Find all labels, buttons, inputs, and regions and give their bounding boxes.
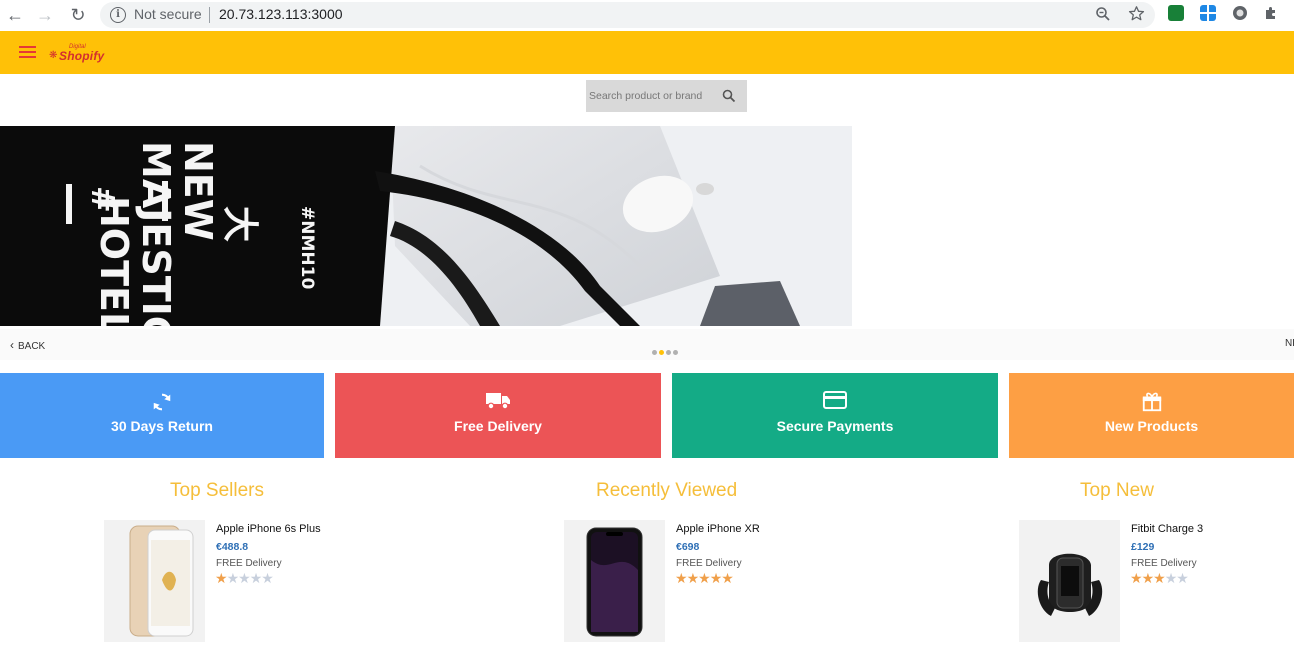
product-rating: ★★★★★ [1130,570,1189,587]
search-box [586,80,747,112]
app-header: ❋ Digital Shopify [0,31,1294,74]
carousel-back-label: BACK [18,341,46,352]
product-name[interactable]: Apple iPhone 6s Plus [216,523,321,535]
product-rating: ★★★★★ [675,570,734,587]
star-filled-icon: ★ [675,570,688,586]
bookmark-star-icon[interactable] [1128,5,1145,22]
svg-text:#NMH10: #NMH10 [297,206,317,289]
iphone-xr-image [586,527,643,637]
chevron-left-icon: ‹ [10,338,14,352]
section-title-top-new: Top New [1080,480,1154,501]
feature-label: Secure Payments [776,418,894,434]
product-price: £129 [1131,541,1155,553]
feature-tile-delivery[interactable]: Free Delivery [335,373,661,458]
circle-extension-icon[interactable] [1232,5,1248,21]
star-filled-icon: ★ [686,570,700,586]
iphone-6s-plus-image [129,525,194,637]
star-empty-icon: ★ [261,570,274,586]
star-empty-icon: ★ [226,570,240,586]
search-icon[interactable] [722,89,736,103]
menu-icon[interactable] [19,46,36,58]
feature-label: New Products [1104,418,1199,434]
product-name[interactable]: Fitbit Charge 3 [1131,523,1203,535]
gift-icon [1142,392,1161,412]
logo-mark-icon: ❋ [49,50,58,61]
carousel-dot[interactable] [673,350,678,355]
carousel-back-button[interactable]: ‹ BACK [10,338,45,352]
security-status: Not secure [134,6,202,22]
carousel-dot-active[interactable] [659,350,664,355]
carousel-next-button[interactable]: NEXT [1285,338,1294,349]
svg-text:NEW: NEW [176,141,220,241]
feature-label: 30 Days Return [111,418,213,434]
product-rating: ★★★★★ [215,570,274,587]
zoom-icon[interactable] [1095,6,1111,22]
star-filled-icon: ★ [1130,570,1143,586]
star-filled-icon: ★ [215,570,228,586]
product-name[interactable]: Apple iPhone XR [676,523,760,535]
browser-toolbar: ← → ↻ i Not secure 20.73.123.113:3000 [0,0,1294,32]
logo-main-text: Shopify [59,49,105,63]
svg-text:HOTEL: HOTEL [92,196,136,326]
section-title-recently-viewed: Recently Viewed [596,480,738,501]
address-bar[interactable]: i Not secure 20.73.123.113:3000 [100,2,1155,28]
star-filled-icon: ★ [709,570,723,586]
url-text[interactable]: 20.73.123.113:3000 [219,6,343,22]
product-image[interactable] [104,520,205,642]
feature-tile-payments[interactable]: Secure Payments [672,373,998,458]
fitbit-charge-3-image [1037,553,1103,616]
product-price: €488.8 [216,541,249,553]
refresh-icon [153,393,171,411]
star-empty-icon: ★ [238,570,251,586]
search-input[interactable] [586,80,717,112]
forward-arrow-icon[interactable]: → [33,3,57,27]
star-filled-icon: ★ [1153,570,1166,586]
product-delivery: FREE Delivery [216,558,282,569]
hero-banner-image[interactable]: NEW MAJESTIC HOTEL #NMH10 大 # [0,126,852,326]
star-empty-icon: ★ [1164,570,1178,586]
feature-label: Free Delivery [454,418,542,434]
back-arrow-icon[interactable]: ← [3,3,27,27]
product-price: €698 [676,541,700,553]
carousel-controls: ‹ BACK NEXT [0,329,1294,360]
star-empty-icon: ★ [1176,570,1189,586]
feature-tile-new-products[interactable]: New Products [1009,373,1294,458]
url-divider [209,7,210,23]
product-delivery: FREE Delivery [1131,558,1197,569]
truck-icon [486,393,510,410]
carousel-next-label: NEXT [1285,338,1294,349]
svg-text:MAJESTIC: MAJESTIC [134,141,178,326]
star-filled-icon: ★ [1141,570,1155,586]
extensions-puzzle-icon[interactable] [1263,5,1279,21]
star-empty-icon: ★ [249,570,263,586]
svg-text:#: # [84,186,122,213]
svg-text:大: 大 [219,206,260,242]
tote-bag-photo: NEW MAJESTIC HOTEL #NMH10 大 # [0,126,852,326]
section-title-top-sellers: Top Sellers [170,480,264,501]
logo[interactable]: ❋ Digital Shopify [49,44,119,63]
sheets-extension-icon[interactable] [1168,5,1184,21]
credit-card-icon [823,391,847,409]
carousel-dot[interactable] [652,350,657,355]
carousel-dots [652,342,680,360]
windows-extension-icon[interactable] [1200,5,1216,21]
feature-tile-returns[interactable]: 30 Days Return [0,373,324,458]
product-delivery: FREE Delivery [676,558,742,569]
product-image[interactable] [564,520,665,642]
star-filled-icon: ★ [721,570,734,586]
carousel-dot[interactable] [666,350,671,355]
reload-icon[interactable]: ↻ [66,3,90,27]
info-icon[interactable]: i [110,7,126,23]
product-image[interactable] [1019,520,1120,642]
star-filled-icon: ★ [698,570,711,586]
